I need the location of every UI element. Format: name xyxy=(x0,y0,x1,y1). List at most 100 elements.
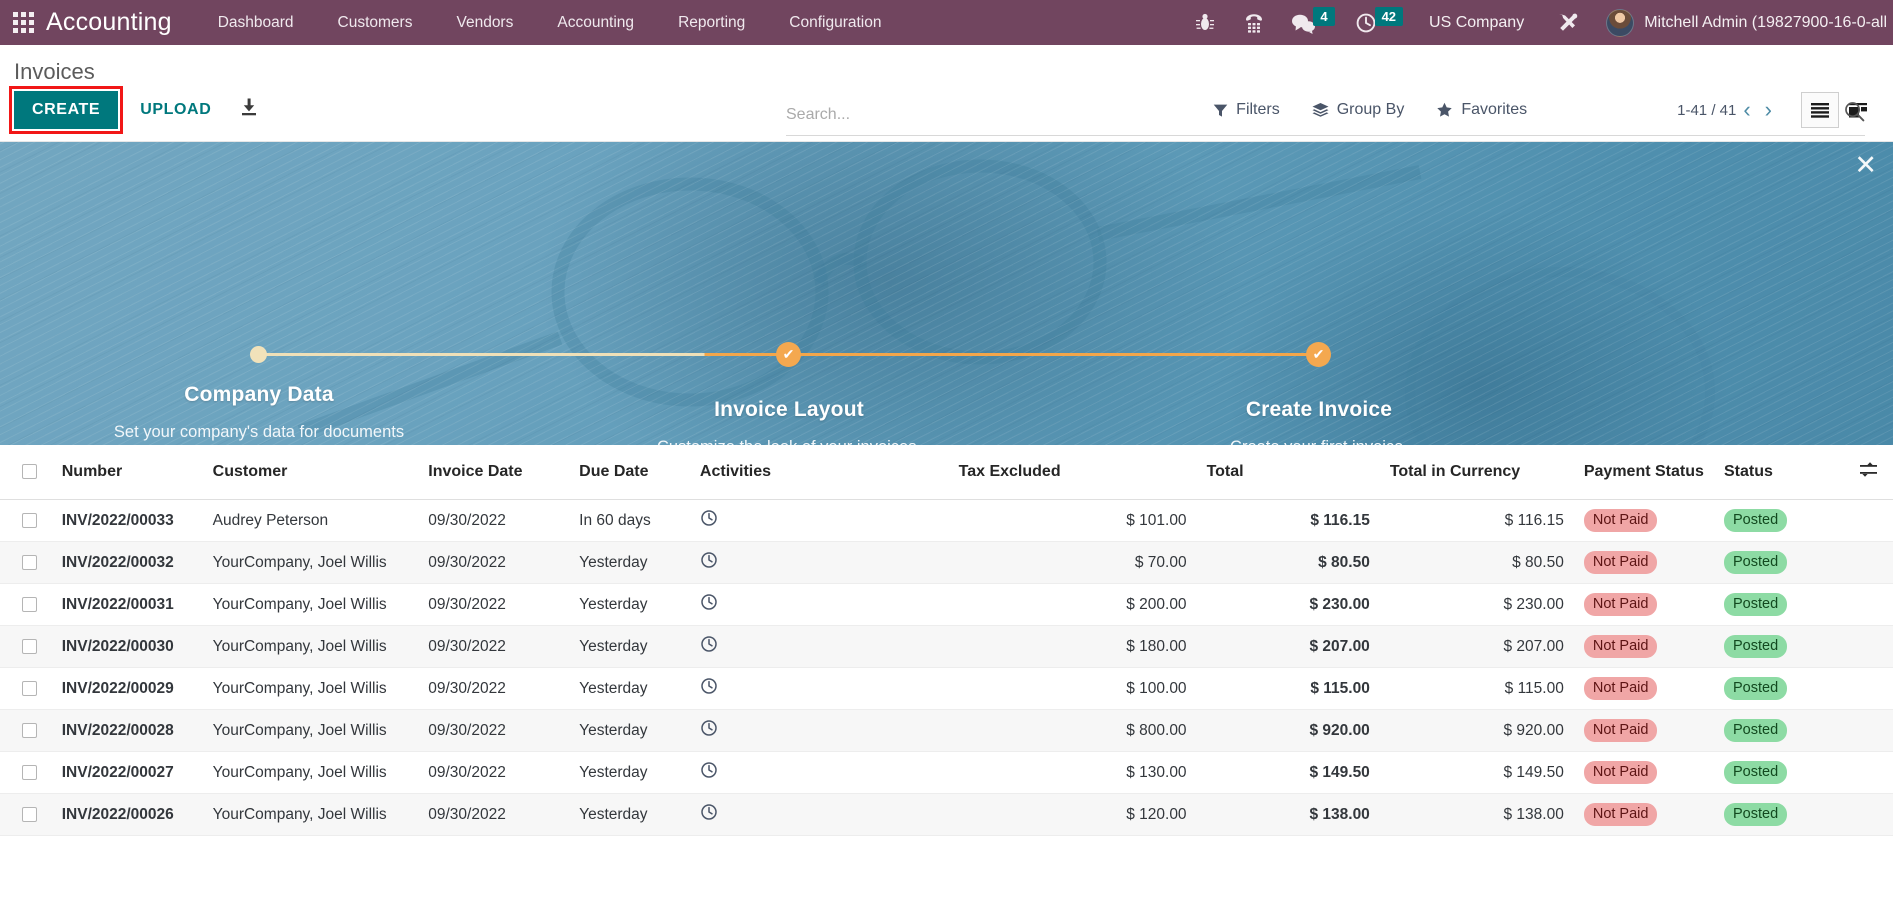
avatar[interactable] xyxy=(1606,9,1634,37)
cell-activities[interactable] xyxy=(690,500,949,542)
cell-payment-status[interactable]: Not Paid xyxy=(1574,500,1714,542)
menu-item-vendors[interactable]: Vendors xyxy=(434,14,535,32)
cell-status[interactable]: Posted xyxy=(1714,584,1843,626)
cell-status[interactable]: Posted xyxy=(1714,626,1843,668)
clock-icon[interactable] xyxy=(700,596,718,615)
cell-invoice-date[interactable]: 09/30/2022 xyxy=(418,794,569,836)
cell-total-in-currency[interactable]: $ 138.00 xyxy=(1380,794,1574,836)
cell-due-date[interactable]: Yesterday xyxy=(569,752,690,794)
activities-menu-button[interactable]: 42 xyxy=(1343,12,1411,34)
cell-tax-excluded[interactable]: $ 800.00 xyxy=(949,710,1197,752)
dialpad-phone-icon[interactable] xyxy=(1229,12,1279,34)
checkbox-icon[interactable] xyxy=(22,681,37,696)
cell-due-date[interactable]: Yesterday xyxy=(569,668,690,710)
cell-activities[interactable] xyxy=(690,584,949,626)
cell-status[interactable]: Posted xyxy=(1714,752,1843,794)
checkbox-icon[interactable] xyxy=(22,464,37,479)
cell-number[interactable]: INV/2022/00026 xyxy=(52,794,203,836)
cell-total[interactable]: $ 116.15 xyxy=(1197,500,1380,542)
cell-tax-excluded[interactable]: $ 70.00 xyxy=(949,542,1197,584)
cell-number[interactable]: INV/2022/00033 xyxy=(52,500,203,542)
checkbox-icon[interactable] xyxy=(22,723,37,738)
clock-icon[interactable] xyxy=(700,512,718,531)
cell-total[interactable]: $ 115.00 xyxy=(1197,668,1380,710)
cell-total-in-currency[interactable]: $ 80.50 xyxy=(1380,542,1574,584)
cell-activities[interactable] xyxy=(690,542,949,584)
column-header-customer[interactable]: Customer xyxy=(203,445,419,500)
cell-customer[interactable]: YourCompany, Joel Willis xyxy=(203,542,419,584)
cell-total-in-currency[interactable]: $ 149.50 xyxy=(1380,752,1574,794)
table-row[interactable]: INV/2022/00030YourCompany, Joel Willis09… xyxy=(0,626,1893,668)
cell-due-date[interactable]: In 60 days xyxy=(569,500,690,542)
cell-invoice-date[interactable]: 09/30/2022 xyxy=(418,752,569,794)
cell-payment-status[interactable]: Not Paid xyxy=(1574,668,1714,710)
table-row[interactable]: INV/2022/00027YourCompany, Joel Willis09… xyxy=(0,752,1893,794)
cell-status[interactable]: Posted xyxy=(1714,794,1843,836)
cell-total[interactable]: $ 138.00 xyxy=(1197,794,1380,836)
column-header-activities[interactable]: Activities xyxy=(690,445,949,500)
clock-icon[interactable] xyxy=(700,680,718,699)
cell-tax-excluded[interactable]: $ 180.00 xyxy=(949,626,1197,668)
table-row[interactable]: INV/2022/00029YourCompany, Joel Willis09… xyxy=(0,668,1893,710)
menu-item-dashboard[interactable]: Dashboard xyxy=(196,14,316,32)
clock-icon[interactable] xyxy=(700,554,718,573)
tools-wrench-icon[interactable] xyxy=(1542,11,1594,35)
cell-customer[interactable]: YourCompany, Joel Willis xyxy=(203,626,419,668)
cell-payment-status[interactable]: Not Paid xyxy=(1574,710,1714,752)
table-row[interactable]: INV/2022/00033Audrey Peterson09/30/2022I… xyxy=(0,500,1893,542)
cell-payment-status[interactable]: Not Paid xyxy=(1574,752,1714,794)
clock-icon[interactable] xyxy=(700,722,718,741)
column-header-number[interactable]: Number xyxy=(52,445,203,500)
cell-invoice-date[interactable]: 09/30/2022 xyxy=(418,668,569,710)
messages-menu-button[interactable]: 4 xyxy=(1279,12,1342,34)
company-switcher[interactable]: US Company xyxy=(1411,14,1542,32)
table-row[interactable]: INV/2022/00032YourCompany, Joel Willis09… xyxy=(0,542,1893,584)
column-header-due-date[interactable]: Due Date xyxy=(569,445,690,500)
clock-icon[interactable] xyxy=(700,764,718,783)
cell-total[interactable]: $ 207.00 xyxy=(1197,626,1380,668)
cell-invoice-date[interactable]: 09/30/2022 xyxy=(418,500,569,542)
table-row[interactable]: INV/2022/00028YourCompany, Joel Willis09… xyxy=(0,710,1893,752)
cell-customer[interactable]: YourCompany, Joel Willis xyxy=(203,752,419,794)
cell-activities[interactable] xyxy=(690,710,949,752)
upload-button[interactable]: UPLOAD xyxy=(126,91,225,129)
cell-total-in-currency[interactable]: $ 207.00 xyxy=(1380,626,1574,668)
menu-item-customers[interactable]: Customers xyxy=(316,14,435,32)
cell-due-date[interactable]: Yesterday xyxy=(569,626,690,668)
cell-due-date[interactable]: Yesterday xyxy=(569,584,690,626)
checkbox-icon[interactable] xyxy=(22,807,37,822)
clock-icon[interactable] xyxy=(700,638,718,657)
cell-customer[interactable]: YourCompany, Joel Willis xyxy=(203,584,419,626)
cell-total-in-currency[interactable]: $ 230.00 xyxy=(1380,584,1574,626)
menu-item-reporting[interactable]: Reporting xyxy=(656,14,767,32)
cell-invoice-date[interactable]: 09/30/2022 xyxy=(418,626,569,668)
cell-number[interactable]: INV/2022/00032 xyxy=(52,542,203,584)
cell-number[interactable]: INV/2022/00029 xyxy=(52,668,203,710)
cell-activities[interactable] xyxy=(690,626,949,668)
cell-activities[interactable] xyxy=(690,794,949,836)
user-menu[interactable]: Mitchell Admin (19827900-16-0-all xyxy=(1644,14,1887,32)
checkbox-icon[interactable] xyxy=(22,639,37,654)
column-options-icon[interactable] xyxy=(1859,463,1878,482)
cell-tax-excluded[interactable]: $ 101.00 xyxy=(949,500,1197,542)
cell-customer[interactable]: YourCompany, Joel Willis xyxy=(203,794,419,836)
cell-invoice-date[interactable]: 09/30/2022 xyxy=(418,584,569,626)
cell-total[interactable]: $ 80.50 xyxy=(1197,542,1380,584)
checkbox-icon[interactable] xyxy=(22,597,37,612)
table-row[interactable]: INV/2022/00031YourCompany, Joel Willis09… xyxy=(0,584,1893,626)
cell-total[interactable]: $ 920.00 xyxy=(1197,710,1380,752)
cell-due-date[interactable]: Yesterday xyxy=(569,794,690,836)
cell-tax-excluded[interactable]: $ 130.00 xyxy=(949,752,1197,794)
cell-number[interactable]: INV/2022/00028 xyxy=(52,710,203,752)
cell-invoice-date[interactable]: 09/30/2022 xyxy=(418,710,569,752)
cell-number[interactable]: INV/2022/00027 xyxy=(52,752,203,794)
clock-icon[interactable] xyxy=(700,806,718,825)
app-brand-name[interactable]: Accounting xyxy=(46,8,196,37)
cell-total-in-currency[interactable]: $ 115.00 xyxy=(1380,668,1574,710)
cell-status[interactable]: Posted xyxy=(1714,542,1843,584)
checkbox-icon[interactable] xyxy=(22,513,37,528)
bug-icon[interactable] xyxy=(1181,12,1229,34)
apps-menu-button[interactable] xyxy=(0,12,46,33)
cell-due-date[interactable]: Yesterday xyxy=(569,542,690,584)
checkbox-icon[interactable] xyxy=(22,765,37,780)
